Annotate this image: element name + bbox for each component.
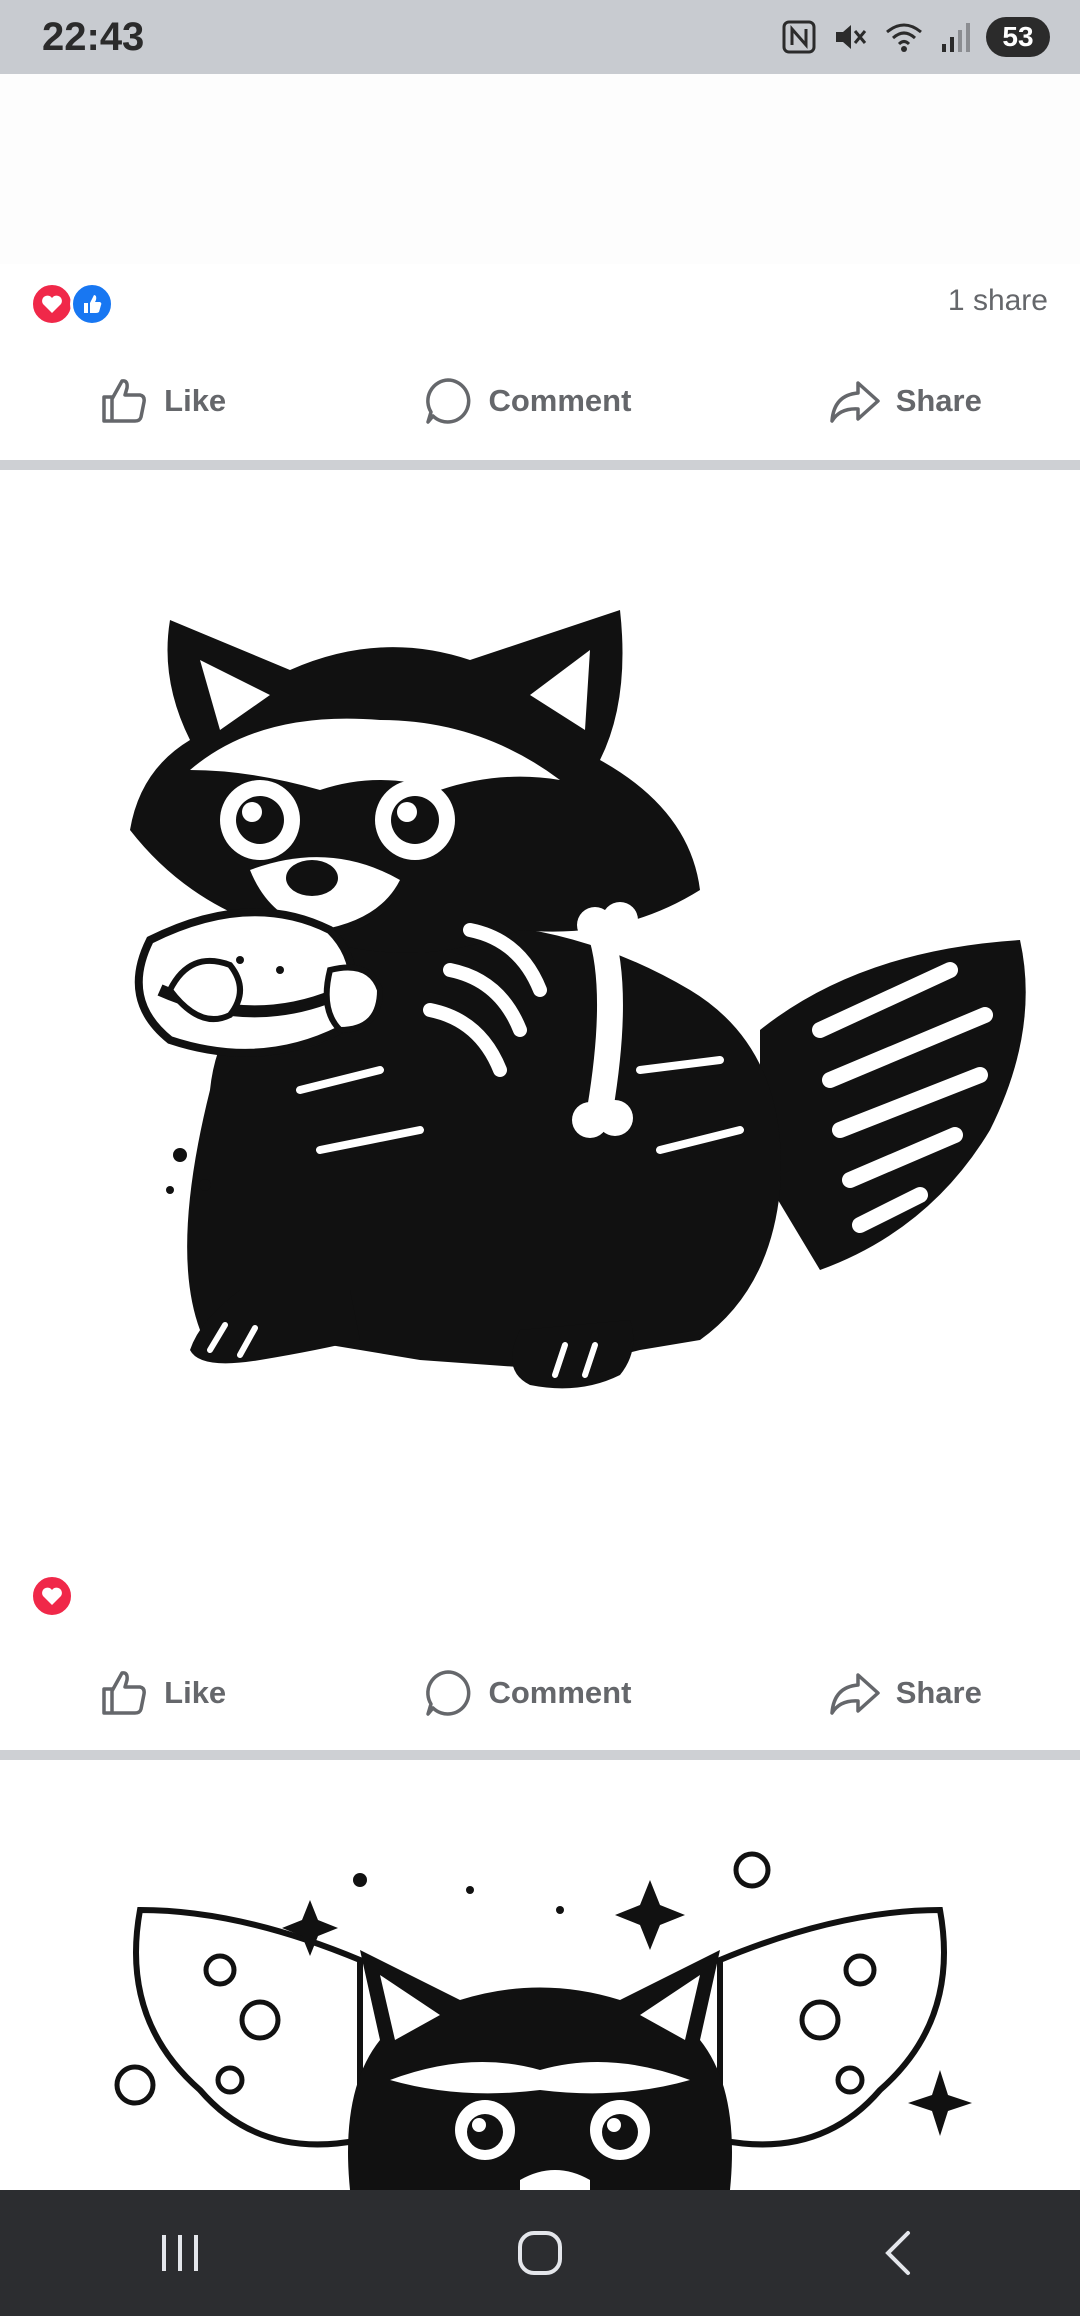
comment-icon <box>426 378 471 424</box>
system-nav-bar <box>0 2190 1080 2316</box>
post-3-image[interactable] <box>0 1760 1080 2190</box>
love-reaction-icon <box>30 282 74 326</box>
comment-icon <box>426 1670 471 1716</box>
nfc-icon <box>782 20 816 54</box>
share-icon <box>829 1673 880 1715</box>
post-separator <box>0 460 1080 470</box>
love-reaction-icon <box>30 1574 74 1618</box>
thumbs-up-icon <box>102 1671 147 1715</box>
skeleton-raccoon-illustration <box>130 610 1026 1389</box>
status-time: 22:43 <box>42 14 145 59</box>
like-button[interactable]: Like <box>98 1667 226 1719</box>
signal-icon <box>942 23 970 52</box>
share-count[interactable]: 1 share <box>948 284 1048 318</box>
like-label: Like <box>164 1675 227 1710</box>
like-label: Like <box>164 383 227 418</box>
share-label: Share <box>895 1675 982 1710</box>
share-label: Share <box>895 383 982 418</box>
share-button[interactable]: Share <box>828 375 982 427</box>
post-2-action-bar: Like Comment Share <box>0 1648 1080 1738</box>
comment-button[interactable]: Comment <box>422 1667 631 1719</box>
comment-label: Comment <box>488 1675 632 1710</box>
share-icon <box>829 381 880 423</box>
post-1-reactions[interactable]: 1 share <box>0 272 1080 332</box>
post-1-media[interactable] <box>0 74 1080 264</box>
post-1-action-bar: Like Comment Share <box>0 356 1080 446</box>
status-icons: 53 <box>782 17 1050 57</box>
home-icon[interactable] <box>510 2223 570 2283</box>
wifi-icon <box>886 23 922 52</box>
post-2-image[interactable] <box>0 470 1080 1540</box>
post-2-reactions[interactable] <box>0 1564 1080 1624</box>
butterfly-raccoon-illustration <box>114 1851 972 2190</box>
status-bar: 22:43 53 <box>0 0 1080 74</box>
battery-icon: 53 <box>986 17 1050 57</box>
mute-icon <box>836 25 867 49</box>
back-icon[interactable] <box>870 2223 930 2283</box>
thumbs-up-icon <box>102 379 147 423</box>
like-button[interactable]: Like <box>98 375 226 427</box>
like-reaction-icon <box>70 282 114 326</box>
share-button[interactable]: Share <box>828 1667 982 1719</box>
comment-label: Comment <box>488 383 632 418</box>
comment-button[interactable]: Comment <box>422 375 631 427</box>
post-separator <box>0 1750 1080 1760</box>
recents-icon[interactable] <box>150 2223 210 2283</box>
